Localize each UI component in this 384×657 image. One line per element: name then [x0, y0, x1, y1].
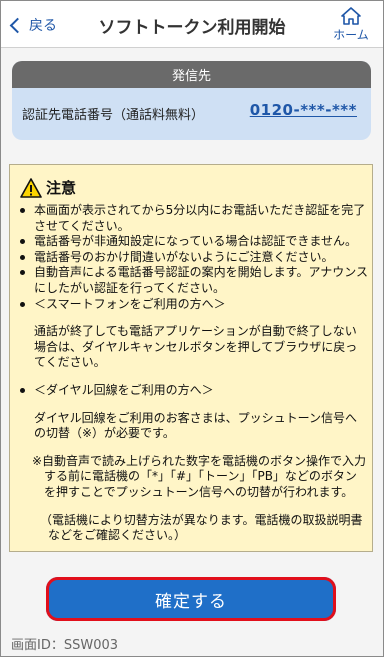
destination-heading: 発信先	[12, 61, 371, 88]
phone-number-link[interactable]: 0120-***-***	[250, 101, 357, 119]
caution-item: ＜ダイヤル回線をご利用の方へ＞	[18, 383, 368, 399]
caution-list: 本画面が表示されてから5分以内にお電話いただき認証を完了させてください。 電話番…	[18, 203, 368, 556]
caution-item: 自動音声による電話番号認証の案内を開始します。アナウンスにしたがい認証を行ってく…	[18, 265, 368, 296]
screen-frame: 戻る ソフトトークン利用開始 ホーム 発信先 認証先電話番号（通話料無料） 01…	[0, 0, 384, 657]
caution-title: 注意	[46, 179, 77, 197]
caution-item: ＜スマートフォンをご利用の方へ＞	[18, 297, 368, 313]
caution-item: 本画面が表示されてから5分以内にお電話いただき認証を完了させてください。	[18, 203, 368, 234]
home-button[interactable]: ホーム	[329, 7, 373, 43]
caution-box: 注意 本画面が表示されてから5分以内にお電話いただき認証を完了させてください。 …	[9, 164, 373, 552]
page-title: ソフトトークン利用開始	[98, 18, 286, 38]
dial-text: ダイヤル回線をご利用のお客さまは、プッシュトーン信号への切替（※）が必要です。	[34, 410, 358, 441]
smartphone-text: 通話が終了しても電話アプリケーションが自動で終了しない場合は、ダイヤルキャンセル…	[34, 324, 358, 370]
push-tone-note: ※自動音声で読み上げられた数字を電話機のボタン操作で入力する前に電話機の「*」「…	[32, 453, 367, 499]
home-icon	[341, 7, 361, 25]
phone-label: 認証先電話番号（通話料無料）	[22, 108, 205, 123]
destination-row: 認証先電話番号（通話料無料） 0120-***-***	[12, 88, 371, 140]
caution-heading: 注意	[20, 177, 76, 198]
screen-id: 画面ID：SSW003	[11, 638, 119, 653]
destination-box: 発信先 認証先電話番号（通話料無料） 0120-***-***	[12, 61, 371, 140]
caution-item: 電話番号が非通知設定になっている場合は認証できません。	[18, 234, 368, 250]
push-tone-subnote: （電話機により切替方法が異なります。電話機の取扱説明書などをご確認ください。）	[40, 512, 363, 543]
home-label: ホーム	[333, 28, 369, 42]
warning-icon	[20, 177, 42, 198]
caution-item: 電話番号のおかけ間違いがないようにご注意ください。	[18, 250, 368, 266]
confirm-button[interactable]: 確定する	[46, 577, 336, 621]
header-bar: 戻る ソフトトークン利用開始 ホーム	[1, 1, 383, 48]
